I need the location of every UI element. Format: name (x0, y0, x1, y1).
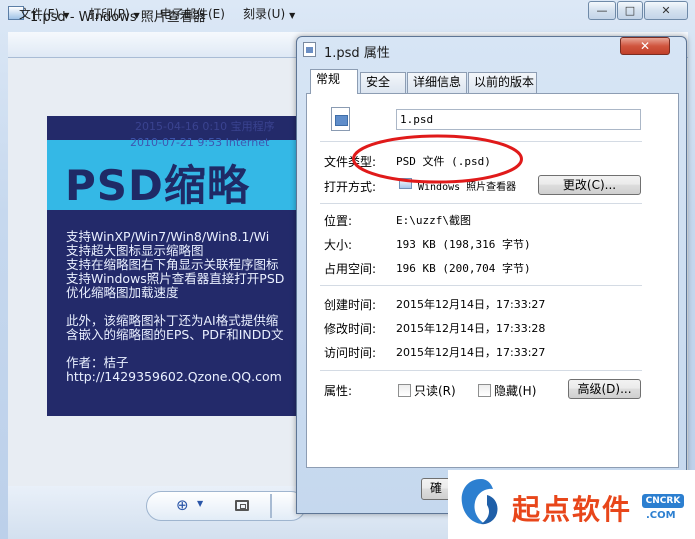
watermark-text: 起点软件 (512, 493, 633, 526)
created-label: 创建时间: (324, 298, 377, 312)
chevron-down-icon[interactable]: ▼ (197, 499, 203, 508)
displayed-image: 2015-04-16 0:10 宝用程序 2010-07-21 9:53 Int… (47, 116, 307, 416)
size-on-disk-value: 196 KB (200,704 字节) (396, 262, 531, 275)
size-value: 193 KB (198,316 字节) (396, 238, 531, 251)
file-type-label: 文件类型: (324, 155, 377, 169)
readonly-label[interactable]: 只读(R) (414, 382, 456, 399)
magnifier-plus-icon[interactable]: ⊕ (176, 497, 192, 513)
watermark-logo-icon (461, 479, 498, 525)
dialog-close-button[interactable]: ✕ (620, 37, 670, 55)
chevron-down-icon: ▼ (63, 11, 70, 20)
toolbar-divider (270, 494, 272, 518)
filename-input[interactable]: 1.psd (396, 109, 641, 130)
image-ghost-text: 2010-07-21 9:53 Internet (130, 136, 270, 149)
change-button[interactable]: 更改(C)... (538, 175, 641, 195)
image-text-line: http://1429359602.Qzone.QQ.com (66, 369, 282, 384)
image-heading: PSD缩略 (65, 161, 250, 210)
file-icon (303, 42, 316, 57)
tab-general[interactable]: 常规 (310, 69, 358, 94)
hidden-checkbox[interactable] (478, 384, 491, 397)
size-label: 大小: (324, 238, 353, 252)
attributes-label: 属性: (324, 384, 353, 398)
created-value: 2015年12月14日，17:33:27 (396, 298, 546, 311)
image-text-line: 支持Windows照片查看器直接打开PSD (66, 271, 285, 286)
advanced-button[interactable]: 高级(D)... (568, 379, 641, 399)
image-text-line (66, 342, 284, 356)
tab-previous-versions[interactable]: 以前的版本 (468, 72, 537, 93)
image-text-line: 含嵌入的缩略图的EPS、PDF和INDD文 (66, 327, 284, 342)
divider (320, 370, 642, 371)
menu-file[interactable]: 文件(F) ▼ (19, 5, 69, 22)
menu-print-label: 打印(P) (89, 7, 130, 21)
photo-viewer-icon (399, 178, 412, 189)
tab-details[interactable]: 详细信息 (407, 72, 467, 93)
file-type-value: PSD 文件 (.psd) (396, 155, 491, 168)
chevron-down-icon: ▼ (133, 11, 140, 20)
chevron-down-icon: ▼ (289, 11, 296, 20)
watermark-badge: CNCRK (642, 494, 684, 508)
opens-with-value: Windows 照片查看器 (418, 182, 517, 193)
ok-button[interactable]: 確 (421, 478, 451, 500)
image-text-line: 支持WinXP/Win7/Win8/Win8.1/Wi (66, 229, 270, 244)
close-button[interactable]: ✕ (644, 1, 688, 20)
image-text-block: 支持WinXP/Win7/Win8/Win8.1/Wi 支持超大图标显示缩略图 … (66, 230, 284, 384)
modified-label: 修改时间: (324, 322, 377, 336)
image-text-line: 支持在缩略图右下角显示关联程序图标 (66, 257, 279, 272)
image-text-line: 此外，该缩略图补丁还为AI格式提供缩 (66, 313, 279, 328)
fit-window-icon[interactable] (235, 500, 249, 511)
menu-file-label: 文件(F) (19, 7, 60, 21)
hidden-label[interactable]: 隐藏(H) (494, 382, 536, 399)
modified-value: 2015年12月14日，17:33:28 (396, 322, 546, 335)
general-tab-panel (306, 93, 679, 468)
divider (320, 141, 642, 142)
location-label: 位置: (324, 214, 353, 228)
divider (320, 203, 642, 204)
location-value: E:\uzzf\截图 (396, 214, 471, 227)
image-text-line (66, 300, 284, 314)
watermark-domain: .COM (646, 510, 676, 521)
accessed-value: 2015年12月14日，17:33:27 (396, 346, 546, 359)
menu-print[interactable]: 打印(P) ▼ (89, 5, 140, 22)
image-text-line: 支持超大图标显示缩略图 (66, 243, 204, 258)
image-ghost-text: 2015-04-16 0:10 宝用程序 (135, 120, 275, 133)
maximize-button[interactable]: □ (617, 1, 643, 20)
menu-email-label: 电子邮件(E) (160, 7, 225, 21)
image-text-line: 作者：桔子 (66, 355, 129, 370)
readonly-checkbox[interactable] (398, 384, 411, 397)
divider (320, 285, 642, 286)
tab-security[interactable]: 安全 (360, 72, 406, 93)
image-file-icon (331, 107, 350, 131)
image-text-line: 优化缩略图加载速度 (66, 285, 179, 300)
minimize-button[interactable]: — (588, 1, 616, 20)
menu-email[interactable]: 电子邮件(E) (160, 5, 225, 22)
view-controls-group (146, 491, 306, 521)
size-on-disk-label: 占用空间: (324, 262, 377, 276)
opens-with-label: 打开方式: (324, 180, 377, 194)
menu-burn-label: 刻录(U) (243, 7, 286, 21)
menu-burn[interactable]: 刻录(U) ▼ (243, 5, 295, 22)
dialog-title: 1.psd 属性 (324, 46, 390, 61)
accessed-label: 访问时间: (324, 346, 377, 360)
